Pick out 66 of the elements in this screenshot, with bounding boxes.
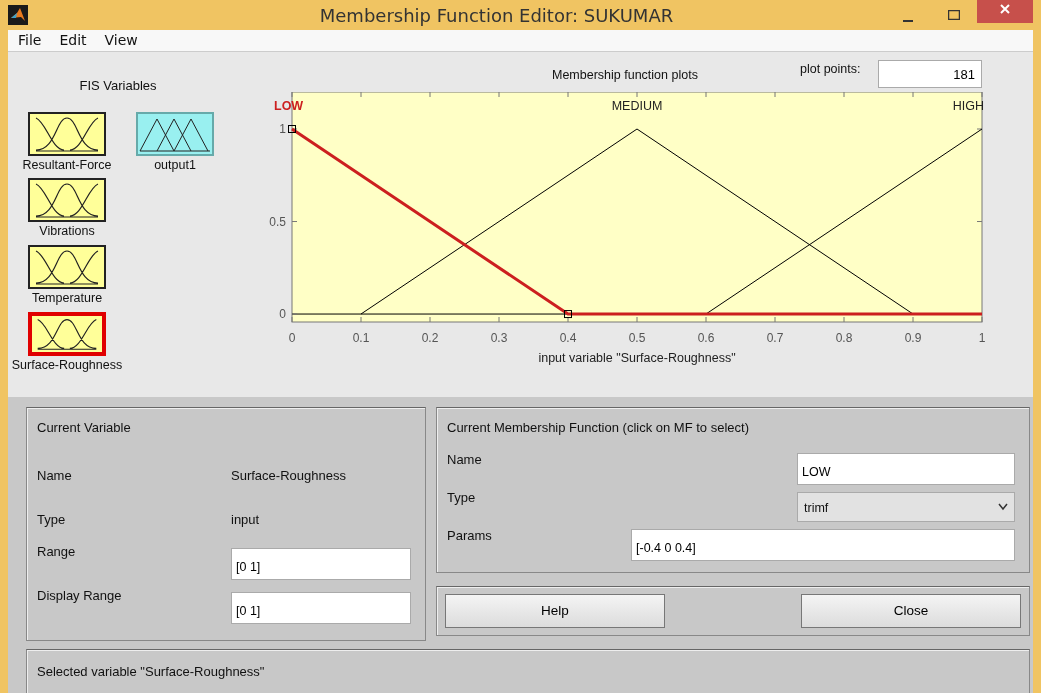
membership-curve[interactable]: [705, 128, 983, 315]
axis-tick-label: 0.2: [421, 331, 439, 345]
field-label: Display Range: [37, 586, 123, 605]
field-value: input: [231, 510, 260, 529]
close-icon: [1000, 4, 1010, 14]
field-label: Params: [447, 526, 493, 545]
dialog-button[interactable]: Close: [801, 593, 1021, 628]
variable-thumbnail[interactable]: [28, 111, 106, 156]
field-label: plot points:: [800, 61, 861, 78]
curve-label: LOW: [274, 99, 304, 113]
axis-tick-label: 0: [288, 331, 296, 345]
chevron-down-icon: [998, 502, 1008, 511]
axis-tick-label: 0.9: [904, 331, 922, 345]
field-label: Type: [447, 488, 477, 507]
field-label: Range: [37, 542, 77, 561]
variable-thumbnail[interactable]: [28, 311, 106, 356]
membership-curve[interactable]: [291, 127, 982, 316]
axis-tick-label: 0.1: [352, 331, 370, 345]
input-field[interactable]: LOW: [797, 452, 1015, 485]
menu-item[interactable]: Edit: [59, 30, 87, 51]
dialog-button[interactable]: Help: [445, 593, 665, 628]
axis-tick-label: 0.3: [490, 331, 508, 345]
variable-label: Resultant-Force: [22, 158, 112, 173]
variable-thumbnail[interactable]: [28, 245, 106, 289]
axis-tick-label: 0.8: [835, 331, 853, 345]
axis-tick-label: 0.7: [766, 331, 784, 345]
menu-item[interactable]: View: [104, 30, 138, 51]
curve-label: HIGH: [952, 99, 984, 113]
field-label: Name: [447, 450, 483, 469]
variable-label: Temperature: [31, 292, 103, 306]
panel-title: Current Membership Function (click on MF to select): [447, 419, 750, 437]
panel-title: Current Variable: [37, 419, 132, 437]
section-title: FIS Variables: [78, 77, 158, 95]
axis-tick-label: 1: [279, 122, 286, 136]
field-label: Name: [37, 466, 73, 485]
axis-title: input variable "Surface-Roughness": [538, 351, 736, 365]
axis-tick-label: 0.5: [269, 214, 286, 229]
field-value: Surface-Roughness: [231, 466, 346, 485]
input-field[interactable]: [0 1]: [231, 547, 411, 580]
window-title: Membership Function Editor: SUKUMAR: [318, 3, 675, 28]
field-label: Type: [37, 510, 67, 529]
variable-thumbnail[interactable]: [136, 111, 214, 156]
app-logo-icon: [8, 5, 28, 25]
axis-tick-label: 0.5: [628, 331, 646, 345]
maximize-icon: [948, 10, 960, 20]
axis-tick-label: 0: [279, 307, 286, 322]
minimize-icon: [903, 20, 913, 22]
type-dropdown[interactable]: trimf: [797, 491, 1015, 522]
menu-item[interactable]: File: [18, 30, 42, 51]
variable-label: output1: [154, 158, 196, 173]
vertex-handle[interactable]: [288, 125, 296, 133]
axis-tick-label: 0.6: [697, 331, 715, 345]
membership-curve[interactable]: [360, 128, 914, 315]
plot-points-field[interactable]: 181: [878, 60, 982, 88]
plot-title: Membership function plots: [552, 67, 698, 84]
input-field[interactable]: [-0.4 0 0.4]: [631, 528, 1015, 561]
curve-label: MEDIUM: [611, 99, 663, 113]
axis-tick-label: 0.4: [559, 331, 577, 345]
variable-thumbnail[interactable]: [28, 178, 106, 223]
axis-tick-label: 1: [978, 331, 986, 345]
vertex-handle[interactable]: [564, 310, 572, 319]
close-button[interactable]: [977, 0, 1033, 23]
input-field[interactable]: [0 1]: [231, 591, 411, 624]
status-text: Selected variable "Surface-Roughness": [37, 663, 265, 679]
variable-label: Vibrations: [39, 225, 95, 239]
variable-label: Surface-Roughness: [11, 358, 123, 373]
